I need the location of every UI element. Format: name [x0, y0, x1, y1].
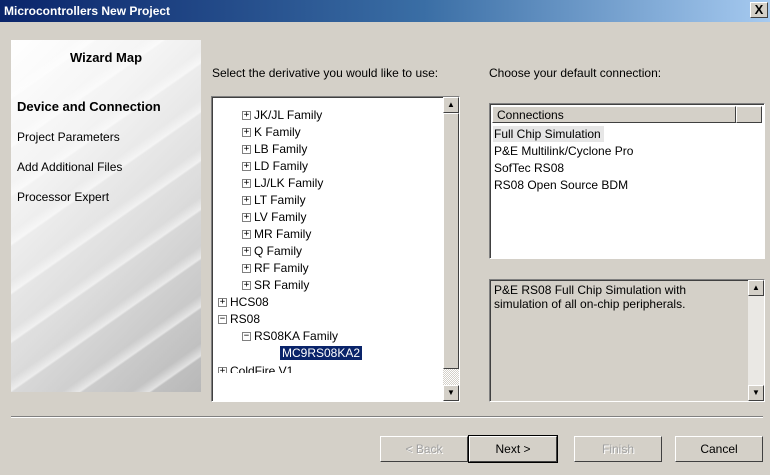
tree-node[interactable]: + LD Family [242, 158, 308, 175]
expand-icon[interactable]: + [242, 145, 251, 155]
wizard-step-device-connection: Device and Connection [17, 99, 161, 114]
tree-node[interactable]: + LV Family [242, 209, 306, 226]
expand-icon[interactable]: + [218, 367, 227, 373]
expand-icon[interactable]: + [242, 213, 251, 223]
scroll-up-icon[interactable]: ▲ [748, 280, 764, 296]
tree-node[interactable]: + MR Family [242, 226, 311, 243]
tree-node[interactable]: + SR Family [242, 277, 309, 294]
tree-node[interactable]: + ColdFire V1 [218, 363, 293, 373]
tree-node[interactable]: − RS08 [218, 311, 260, 328]
derivative-tree[interactable]: + JK/JL Family + K Family + LB Family + LD F… [211, 96, 460, 402]
tree-node[interactable]: + LT Family [242, 192, 306, 209]
connection-item[interactable]: P&E Multilink/Cyclone Pro [494, 143, 633, 159]
expand-icon[interactable]: + [242, 196, 251, 206]
tree-node[interactable]: + RF Family [242, 260, 309, 277]
tree-node[interactable]: + HCS08 [218, 294, 269, 311]
expand-icon[interactable]: + [242, 281, 251, 291]
description-scrollbar[interactable]: ▲ ▼ [748, 280, 764, 401]
expand-icon[interactable]: + [242, 162, 251, 172]
tree-node[interactable]: + Q Family [242, 243, 302, 260]
connection-description: P&E RS08 Full Chip Simulation with simul… [489, 279, 765, 402]
tree-node[interactable]: + JK/JL Family [242, 107, 322, 124]
expand-icon[interactable]: + [242, 230, 251, 240]
expand-icon[interactable]: + [242, 264, 251, 274]
connection-label: Choose your default connection: [489, 66, 662, 80]
connections-list[interactable]: Connections Full Chip Simulation P&E Mul… [489, 103, 765, 259]
connections-column-filler [736, 106, 762, 123]
connection-item[interactable]: SofTec RS08 [494, 160, 564, 176]
tree-node[interactable]: + LB Family [242, 141, 307, 158]
expand-icon[interactable]: + [218, 298, 227, 308]
connection-item[interactable]: RS08 Open Source BDM [494, 177, 628, 193]
expand-icon[interactable]: + [242, 247, 251, 257]
collapse-icon[interactable]: − [242, 332, 251, 342]
tree-node[interactable]: + LJ/LK Family [242, 175, 323, 192]
expand-icon[interactable]: + [242, 111, 251, 121]
wizard-map-heading: Wizard Map [69, 50, 143, 65]
expand-icon[interactable]: + [242, 179, 251, 189]
connection-item[interactable]: Full Chip Simulation [493, 126, 604, 142]
derivative-label: Select the derivative you would like to … [212, 66, 439, 80]
back-button[interactable]: < Back [380, 436, 468, 462]
separator [11, 416, 763, 418]
scroll-thumb[interactable] [443, 113, 459, 369]
collapse-icon[interactable]: − [218, 315, 227, 325]
next-button[interactable]: Next > [468, 435, 558, 463]
close-button[interactable]: X [750, 2, 768, 18]
scroll-down-icon[interactable]: ▼ [443, 385, 459, 401]
wizard-map-panel: Wizard Map Device and Connection Project… [11, 40, 201, 392]
scroll-up-icon[interactable]: ▲ [443, 97, 459, 113]
wizard-step-add-files: Add Additional Files [17, 160, 123, 174]
tree-scrollbar[interactable]: ▲ ▼ [443, 97, 459, 401]
connections-column-header[interactable]: Connections [492, 106, 736, 123]
description-text: P&E RS08 Full Chip Simulation with simul… [494, 283, 687, 311]
wizard-step-processor-expert: Processor Expert [17, 190, 110, 204]
tree-node-selected[interactable]: MC9RS08KA2 [280, 345, 363, 362]
expand-icon[interactable]: + [242, 128, 251, 138]
tree-node[interactable]: − RS08KA Family [242, 328, 338, 345]
wizard-step-project-parameters: Project Parameters [17, 130, 120, 144]
wizard-map-background [11, 40, 201, 392]
title-bar: Microcontrollers New Project X [0, 0, 770, 22]
window-title: Microcontrollers New Project [4, 4, 171, 18]
tree-node[interactable]: + K Family [242, 124, 301, 141]
scroll-down-icon[interactable]: ▼ [748, 385, 764, 401]
finish-button[interactable]: Finish [574, 436, 662, 462]
cancel-button[interactable]: Cancel [675, 436, 763, 462]
